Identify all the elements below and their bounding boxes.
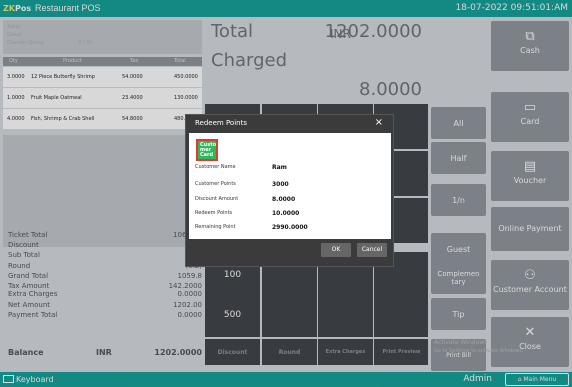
redeem-points-value[interactable]: 10.0000 — [272, 210, 299, 217]
field-label: Redeem Points — [195, 210, 233, 216]
field-label: Remaining Point — [195, 224, 236, 230]
field-label: Customer Points — [195, 181, 236, 187]
ok-button[interactable]: OK — [321, 243, 351, 257]
close-icon[interactable]: × — [375, 117, 383, 128]
customer-points-value: 3000 — [272, 181, 289, 188]
customer-card-button[interactable]: Custo mer Card — [196, 139, 218, 161]
discount-amount-value: 8.0000 — [272, 196, 296, 203]
remaining-point-value: 2990.0000 — [272, 224, 308, 231]
redeem-points-dialog: Redeem Points × Custo mer Card Customer … — [185, 114, 394, 267]
field-label: Discount Amount — [195, 196, 239, 202]
dialog-title: Redeem Points — [195, 119, 247, 127]
field-label: Customer Name — [195, 164, 236, 170]
dialog-body: Custo mer Card Customer Name Ram Custome… — [189, 133, 391, 239]
cancel-button[interactable]: Cancel — [357, 243, 387, 257]
customer-name-value: Ram — [272, 164, 287, 171]
